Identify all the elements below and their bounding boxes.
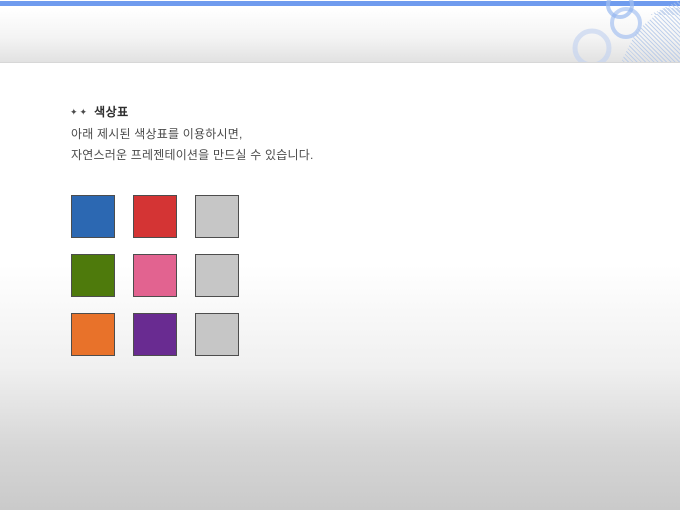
slide-title-row: ✦✦ 색상표 [70,103,129,120]
diagonal-stripes-icon [620,8,680,62]
circles-decor-icon [572,0,642,62]
color-swatch-gray-2 [195,254,239,297]
slide-title: 색상표 [94,105,129,119]
slide-header-band [0,0,680,63]
body-text-line-2: 자연스러운 프레젠테이션을 만드실 수 있습니다. [71,148,314,162]
presentation-slide: ✦✦ 색상표 아래 제시된 색상표를 이용하시면, 자연스러운 프레젠테이션을 만… [0,0,680,510]
header-decoration [520,0,680,62]
color-swatch-orange [71,313,115,356]
color-swatch-gray-3 [195,313,239,356]
color-swatch-red [133,195,177,238]
color-swatch-purple [133,313,177,356]
body-text-line-1: 아래 제시된 색상표를 이용하시면, [71,127,243,141]
title-bullet-icon: ✦✦ [70,107,90,117]
color-grid [71,195,239,356]
color-swatch-gray-1 [195,195,239,238]
header-blue-bar [0,1,680,6]
color-swatch-blue [71,195,115,238]
color-swatch-pink [133,254,177,297]
color-swatch-green [71,254,115,297]
